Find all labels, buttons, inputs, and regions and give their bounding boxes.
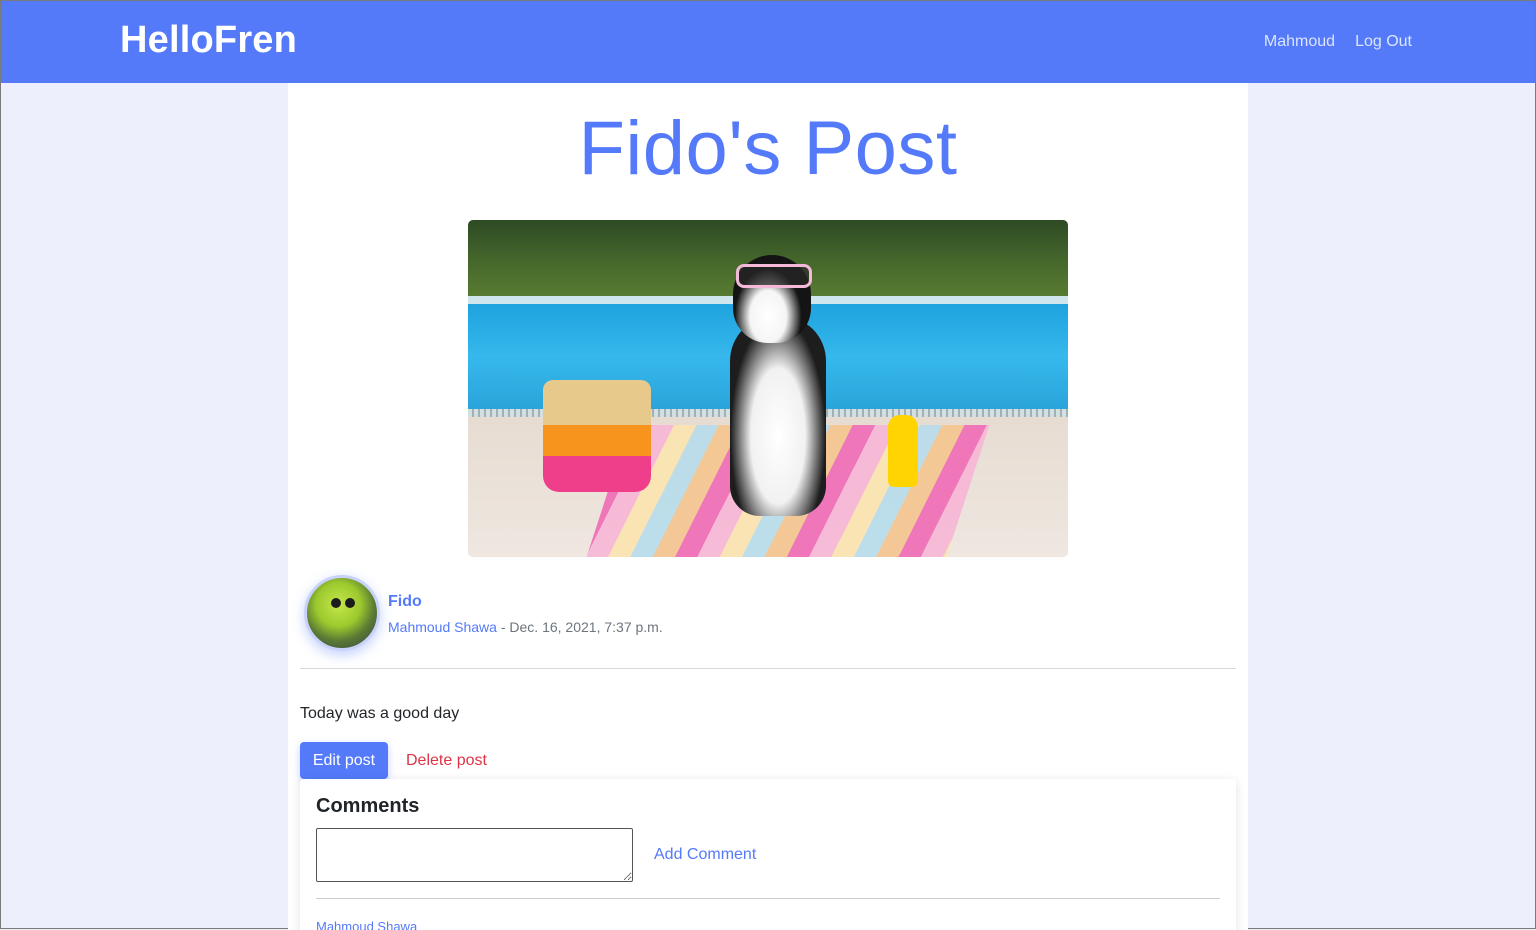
comments-card: Comments Add Comment Mahmoud Shawa (300, 779, 1236, 930)
brand-logo-link[interactable]: HelloFren (120, 19, 297, 62)
date-separator: - (496, 619, 510, 635)
image-beach-bag (543, 380, 651, 492)
post-container: Fido's Post Fido Mahmoud Shawa - Dec. 16… (288, 83, 1248, 930)
post-title: Fido's Post (578, 106, 958, 191)
pet-name-link[interactable]: Fido (388, 593, 422, 611)
comment-author-link[interactable]: Mahmoud Shawa (316, 919, 417, 930)
image-sunscreen-bottle (888, 415, 918, 487)
nav-link-logout[interactable]: Log Out (1355, 33, 1412, 51)
post-image (468, 220, 1068, 557)
delete-post-link[interactable]: Delete post (406, 752, 487, 770)
top-navbar: HelloFren Mahmoud Log Out (1, 1, 1535, 83)
navbar-links: Mahmoud Log Out (1264, 33, 1412, 51)
add-comment-button[interactable]: Add Comment (654, 846, 756, 864)
post-author-row: Fido Mahmoud Shawa - Dec. 16, 2021, 7:37… (300, 573, 1236, 651)
edit-post-button[interactable]: Edit post (300, 742, 388, 779)
post-meta: Mahmoud Shawa - Dec. 16, 2021, 7:37 p.m. (388, 619, 663, 635)
avatar-eye-right (345, 598, 355, 608)
post-date: Dec. 16, 2021, 7:37 p.m. (509, 619, 663, 635)
owner-name-link[interactable]: Mahmoud Shawa (388, 619, 497, 635)
pet-avatar[interactable] (304, 575, 380, 651)
image-dog-body (730, 316, 826, 516)
nav-link-profile[interactable]: Mahmoud (1264, 33, 1335, 51)
comments-heading: Comments (316, 795, 420, 817)
avatar-eye-left (331, 598, 341, 608)
image-sunglasses (736, 264, 812, 288)
comments-divider (316, 898, 1220, 899)
comment-input[interactable] (316, 828, 633, 882)
post-body-text: Today was a good day (300, 705, 460, 722)
post-divider (300, 668, 1236, 669)
